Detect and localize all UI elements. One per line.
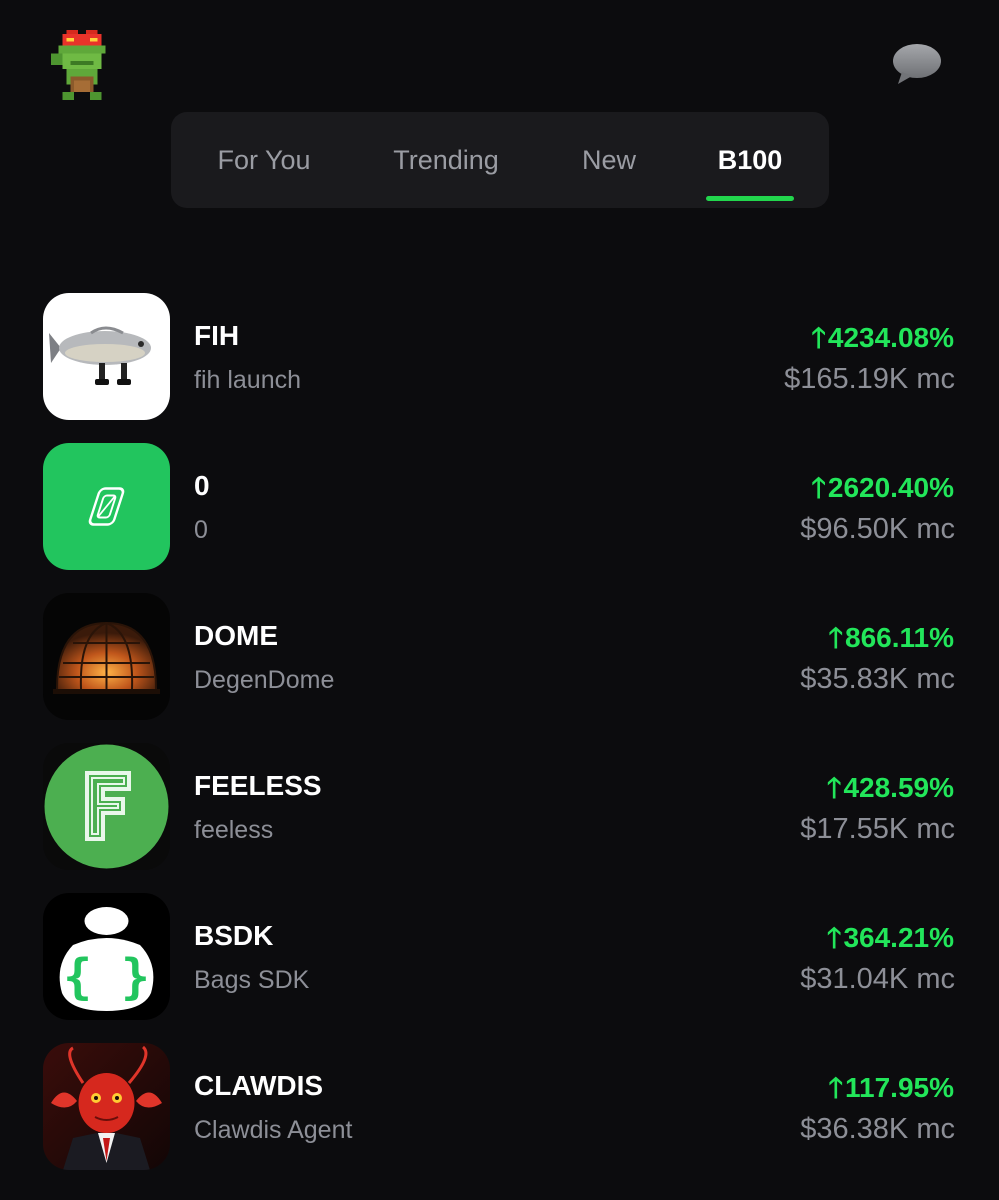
chat-bubble-icon[interactable] [890,40,944,88]
up-arrow-icon: 🡑 [826,922,842,953]
tab-new[interactable]: New [569,112,649,208]
tab-b100[interactable]: B100 [706,112,794,208]
token-ticker: BSDK [194,920,274,951]
bag-braces-icon: { } [43,893,170,1020]
up-arrow-icon: 🡑 [811,322,826,353]
pixel-frog-icon[interactable] [50,30,114,100]
price-change: 🡑364.21% [827,917,954,965]
red-lobster-agent-icon [43,1043,170,1170]
zero-logo-icon [43,443,170,570]
svg-text:{ }: { } [63,949,150,1005]
token-ticker: 0 [194,470,210,501]
list-item[interactable]: DOME DegenDome 🡑866.11% $35.83K mc [0,590,999,720]
list-item[interactable]: CLAWDIS Clawdis Agent 🡑117.95% $36.38K m… [0,1040,999,1170]
price-change-value: 428.59% [843,772,954,803]
list-item[interactable]: FIH fih launch 🡑4234.08% $165.19K mc [0,290,999,420]
list-item[interactable]: FEELESS feeless 🡑428.59% $17.55K mc [0,740,999,870]
up-arrow-icon: 🡑 [828,622,843,653]
price-change: 🡑866.11% [828,617,954,665]
glowing-dome-icon [43,593,170,720]
price-change: 🡑2620.40% [811,467,954,515]
letter-f-icon [43,743,170,870]
token-name: Clawdis Agent [194,1116,353,1144]
list-item[interactable]: { } BSDK Bags SDK 🡑364.21% $31.04K mc [0,890,999,1020]
price-change-value: 4234.08% [827,322,954,353]
price-change-value: 866.11% [845,622,954,653]
price-change-value: 2620.40% [827,472,954,503]
market-cap: $17.55K mc [800,813,955,845]
price-change: 🡑117.95% [828,1067,954,1115]
market-cap: $36.38K mc [800,1113,955,1145]
price-change-value: 117.95% [845,1072,954,1103]
active-tab-indicator [706,196,794,201]
tab-for-you[interactable]: For You [195,112,333,208]
fish-with-boots-icon [43,293,170,420]
app-screen: For You Trending New B100 FIH fih launch… [0,0,999,1200]
token-ticker: FIH [194,320,240,351]
up-arrow-icon: 🡑 [826,772,842,803]
token-ticker: DOME [194,620,278,651]
price-change: 🡑428.59% [827,767,954,815]
up-arrow-icon: 🡑 [828,1072,843,1103]
token-name: DegenDome [194,666,335,694]
token-name: fih launch [194,366,302,394]
market-cap: $96.50K mc [800,513,955,545]
list-item[interactable]: 0 0 🡑2620.40% $96.50K mc [0,440,999,570]
top-bar [0,0,999,110]
up-arrow-icon: 🡑 [811,472,826,503]
market-cap: $31.04K mc [800,963,955,995]
market-cap: $35.83K mc [800,663,955,695]
token-name: 0 [194,516,208,544]
price-change: 🡑4234.08% [811,317,954,365]
feed-tabs: For You Trending New B100 [171,112,829,208]
token-name: feeless [194,816,274,844]
market-cap: $165.19K mc [784,363,955,395]
token-ticker: FEELESS [194,770,322,801]
tab-trending[interactable]: Trending [379,112,513,208]
token-name: Bags SDK [194,966,310,994]
token-ticker: CLAWDIS [194,1070,324,1101]
price-change-value: 364.21% [843,922,954,953]
